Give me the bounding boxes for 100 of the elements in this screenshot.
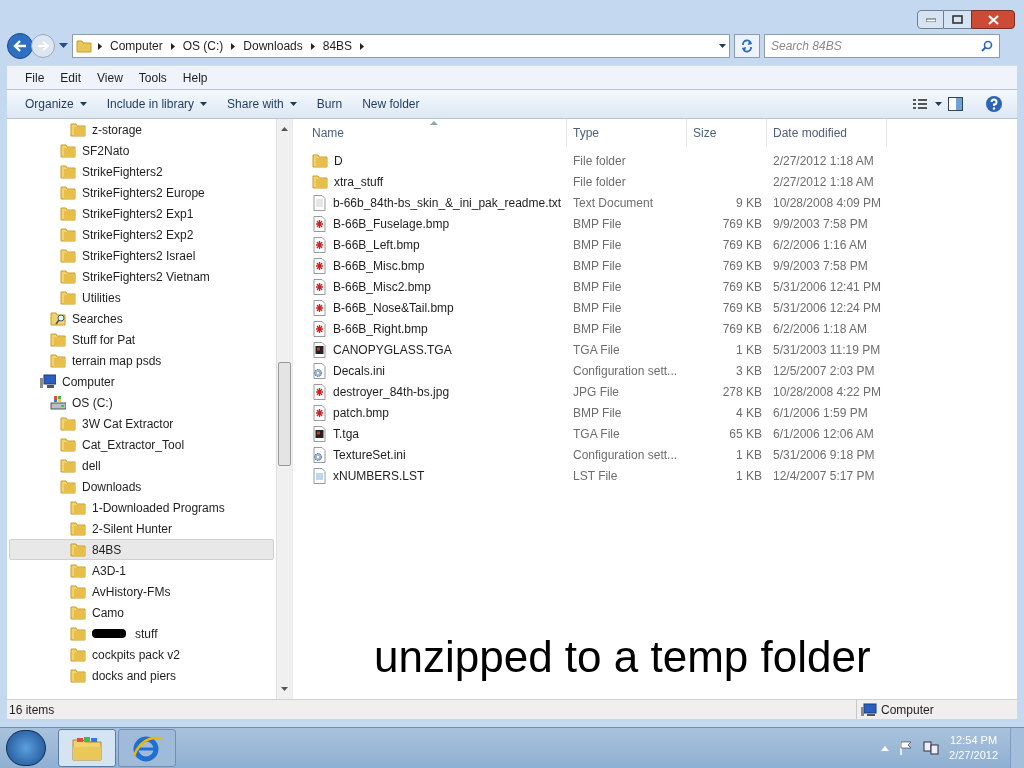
chevron-icon[interactable] [170,42,175,50]
chevron-icon[interactable] [231,42,236,50]
tree-item[interactable]: Computer [9,371,274,392]
tree-item[interactable]: StrikeFighters2 Exp2 [9,224,274,245]
toolbar-button[interactable]: Organize [15,92,97,116]
dropdown-icon[interactable] [59,43,68,49]
file-name[interactable]: TextureSet.ini [333,445,406,464]
image-file-icon [312,341,327,358]
tree-item[interactable]: AvHistory-FMs [9,581,274,602]
address-bar[interactable]: Computer OS (C:) Downloads 84BS [72,34,730,58]
back-button[interactable] [7,33,33,59]
refresh-button[interactable] [734,34,760,58]
file-name[interactable]: patch.bmp [333,403,390,422]
file-name[interactable]: B-66B_Nose&Tail.bmp [333,298,454,317]
caret-icon[interactable] [289,102,297,106]
tree-item[interactable]: dell [9,455,274,476]
file-name[interactable]: xNUMBERS.LST [333,466,425,485]
tree-item[interactable]: docks and piers [9,665,274,686]
taskbar-button[interactable] [118,729,176,767]
file-name[interactable]: CANOPYGLASS.TGA [333,340,452,359]
caret-icon[interactable] [935,102,942,106]
scrollbar[interactable] [276,119,292,699]
minimize-icon [925,17,936,22]
tree-item[interactable]: 3W Cat Extractor [9,413,274,434]
tree-item[interactable]: Stuff for Pat [9,329,274,350]
chevron-icon[interactable] [310,42,315,50]
caret-icon[interactable] [79,102,87,106]
tree-item[interactable]: A3D-1 [9,560,274,581]
file-type: File folder [572,152,627,170]
tree-item[interactable]: StrikeFighters2 Israel [9,245,274,266]
tree-item[interactable]: Cat_Extractor_Tool [9,434,274,455]
tree-item[interactable]: 84BS [9,539,274,560]
tree-item[interactable]: cockpits pack v2 [9,644,274,665]
file-name[interactable]: B-66B_Left.bmp [333,235,420,254]
file-name[interactable]: Decals.ini [333,361,386,380]
caret-icon[interactable] [200,102,208,106]
tree-item[interactable]: Utilities [9,287,274,308]
close-button[interactable] [971,10,1015,29]
file-type: BMP File [572,320,623,338]
maximize-button[interactable] [944,10,971,29]
taskbar-button[interactable] [58,729,116,767]
menu-item[interactable]: View [89,68,131,87]
tree-item[interactable]: SF2Nato [9,140,274,161]
tree-item[interactable]: StrikeFighters2 Exp1 [9,203,274,224]
breadcrumb-link[interactable]: Downloads [241,37,305,55]
menu-item[interactable]: Edit [52,68,90,87]
file-name[interactable]: D [334,151,343,170]
menu-item[interactable]: Help [174,68,216,87]
file-name[interactable]: xtra_stuff [334,172,384,191]
tree-item[interactable]: StrikeFighters2 Europe [9,182,274,203]
menu-item[interactable]: Tools [130,68,175,87]
column-header[interactable]: Size [687,119,767,147]
file-name[interactable]: destroyer_84th-bs.jpg [333,382,450,401]
network-icon[interactable] [923,740,940,756]
tree-item[interactable]: Searches [9,308,274,329]
file-type: LST File [572,467,619,485]
start-button[interactable] [6,730,46,766]
scroll-thumb[interactable] [278,362,291,466]
preview-pane-icon[interactable] [948,97,963,111]
toolbar-button[interactable]: Include in library [96,92,218,116]
flag-icon[interactable] [899,741,914,755]
file-name[interactable]: B-66B_Misc2.bmp [333,277,432,296]
tree-item[interactable]: Downloads [9,476,274,497]
tree-item[interactable]: z-storage [9,119,274,140]
folder-icon [60,290,76,305]
tree-item[interactable]: 2-Silent Hunter [9,518,274,539]
column-header[interactable]: Name [300,119,567,147]
help-icon[interactable] [985,95,1003,113]
file-name[interactable]: B-66B_Misc.bmp [333,256,425,275]
image-file-icon [312,215,327,232]
breadcrumb-link[interactable]: OS (C:) [180,37,226,55]
file-date: 6/2/2006 1:16 AM [772,236,868,254]
file-type: TGA File [572,341,621,359]
file-name[interactable]: B-66B_Right.bmp [333,319,428,338]
breadcrumb-link[interactable]: Computer [108,37,165,55]
menu-item[interactable]: File [17,68,53,87]
chevron-icon[interactable] [98,42,102,50]
column-header[interactable]: Type [567,119,687,147]
minimize-button[interactable] [917,10,944,29]
tree-item[interactable]: StrikeFighters2 [9,161,274,182]
toolbar-button[interactable]: Share with [217,92,307,116]
tree-item[interactable]: OS (C:) [9,392,274,413]
toolbar-button[interactable]: New folder [352,92,430,116]
scroll-up-icon[interactable] [281,127,288,131]
folder-icon [70,122,86,137]
tree-item[interactable]: StrikeFighters2 Vietnam [9,266,274,287]
tree-item[interactable]: stuff [9,623,274,644]
tree-item[interactable]: Camo [9,602,274,623]
chevron-icon[interactable] [360,42,365,50]
column-header[interactable]: Date modified [767,119,887,147]
file-name[interactable]: T.tga [333,424,359,443]
scroll-down-icon[interactable] [281,687,288,691]
file-name[interactable]: b-66b_84th-bs_skin_&_ini_pak_readme.txt [333,193,562,212]
dropdown-icon[interactable] [719,44,726,48]
toolbar-button[interactable]: Burn [306,92,353,116]
tree-item[interactable]: terrain map psds [9,350,274,371]
file-name[interactable]: B-66B_Fuselage.bmp [333,214,450,233]
breadcrumb-link[interactable]: 84BS [320,37,355,55]
search-field[interactable]: Search 84BS [764,34,1000,58]
tree-item[interactable]: 1-Downloaded Programs [9,497,274,518]
